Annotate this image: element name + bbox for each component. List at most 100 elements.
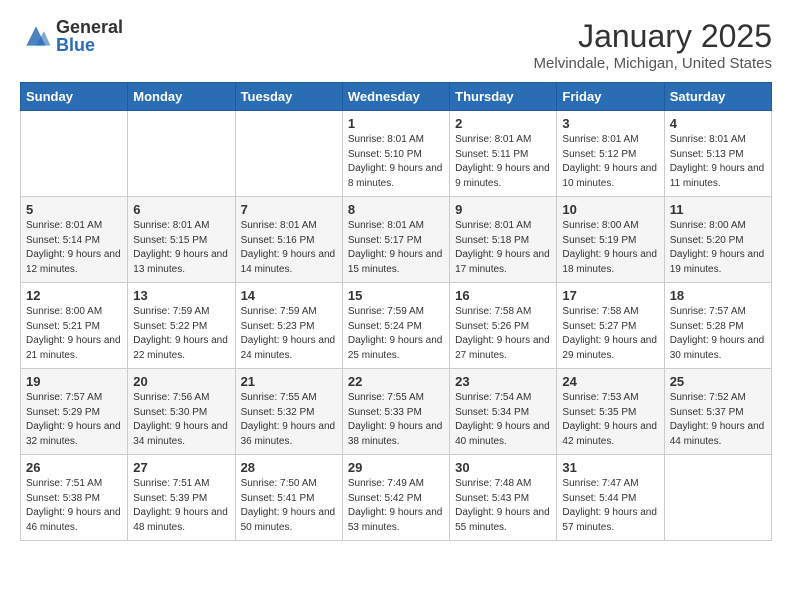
cell-content: Sunrise: 7:55 AM Sunset: 5:33 PM Dayligh… — [348, 391, 444, 449]
calendar-cell: 3Sunrise: 8:01 AM Sunset: 5:12 PM Daylig… — [557, 111, 664, 197]
calendar-cell: 24 Sunrise: 7:53 AM Sunset: 5:35 PM Dayli… — [557, 369, 664, 455]
cell-content: Sunrise: 8:01 AM Sunset: 5:11 PM Dayligh… — [455, 133, 551, 191]
cell-content: Sunrise: 7:56 AM Sunset: 5:30 PM Dayligh… — [133, 391, 229, 449]
calendar-cell: 25 Sunrise: 7:52 AM Sunset: 5:37 PM Dayli… — [664, 369, 771, 455]
logo-general: General — [56, 18, 123, 36]
day-number: 11 — [670, 202, 766, 217]
calendar-cell: 4 Sunrise: 8:01 AM Sunset: 5:13 PM Daylig… — [664, 111, 771, 197]
calendar-week-row: 12 Sunrise: 8:00 AM Sunset: 5:21 PM Dayli… — [21, 283, 772, 369]
day-number: 25 — [670, 374, 766, 389]
day-number: 30 — [455, 460, 551, 475]
day-number: 4 — [670, 116, 766, 131]
month-title: January 2025 — [534, 18, 772, 55]
calendar-cell: 20 Sunrise: 7:56 AM Sunset: 5:30 PM Dayli… — [128, 369, 235, 455]
calendar-cell: 18 Sunrise: 7:57 AM Sunset: 5:28 PM Dayli… — [664, 283, 771, 369]
day-number: 12 — [26, 288, 122, 303]
calendar-cell: 17 Sunrise: 7:58 AM Sunset: 5:27 PM Dayli… — [557, 283, 664, 369]
calendar-week-row: 5Sunrise: 8:01 AM Sunset: 5:14 PM Daylig… — [21, 197, 772, 283]
calendar-cell: 7 Sunrise: 8:01 AM Sunset: 5:16 PM Daylig… — [235, 197, 342, 283]
cell-content: Sunrise: 7:59 AM Sunset: 5:23 PM Dayligh… — [241, 305, 337, 363]
day-number: 29 — [348, 460, 444, 475]
calendar-cell: 30Sunrise: 7:48 AM Sunset: 5:43 PM Dayli… — [450, 455, 557, 541]
calendar-table: SundayMondayTuesdayWednesdayThursdayFrid… — [20, 82, 772, 541]
day-number: 19 — [26, 374, 122, 389]
calendar-cell: 6Sunrise: 8:01 AM Sunset: 5:15 PM Daylig… — [128, 197, 235, 283]
cell-content: Sunrise: 7:58 AM Sunset: 5:26 PM Dayligh… — [455, 305, 551, 363]
cell-content: Sunrise: 7:55 AM Sunset: 5:32 PM Dayligh… — [241, 391, 337, 449]
weekday-header: Tuesday — [235, 83, 342, 111]
calendar-cell: 11Sunrise: 8:00 AM Sunset: 5:20 PM Dayli… — [664, 197, 771, 283]
cell-content: Sunrise: 8:00 AM Sunset: 5:21 PM Dayligh… — [26, 305, 122, 363]
weekday-header: Wednesday — [342, 83, 449, 111]
cell-content: Sunrise: 7:59 AM Sunset: 5:24 PM Dayligh… — [348, 305, 444, 363]
calendar-cell: 9 Sunrise: 8:01 AM Sunset: 5:18 PM Daylig… — [450, 197, 557, 283]
day-number: 15 — [348, 288, 444, 303]
day-number: 17 — [562, 288, 658, 303]
logo-text: General Blue — [56, 18, 123, 54]
logo-blue: Blue — [56, 36, 123, 54]
calendar-week-row: 19Sunrise: 7:57 AM Sunset: 5:29 PM Dayli… — [21, 369, 772, 455]
day-number: 28 — [241, 460, 337, 475]
day-number: 20 — [133, 374, 229, 389]
day-number: 18 — [670, 288, 766, 303]
day-number: 9 — [455, 202, 551, 217]
calendar-cell: 31 Sunrise: 7:47 AM Sunset: 5:44 PM Dayli… — [557, 455, 664, 541]
cell-content: Sunrise: 8:01 AM Sunset: 5:13 PM Dayligh… — [670, 133, 766, 191]
calendar-cell — [235, 111, 342, 197]
calendar-cell: 5Sunrise: 8:01 AM Sunset: 5:14 PM Daylig… — [21, 197, 128, 283]
day-number: 26 — [26, 460, 122, 475]
cell-content: Sunrise: 7:57 AM Sunset: 5:28 PM Dayligh… — [670, 305, 766, 363]
day-number: 27 — [133, 460, 229, 475]
calendar-cell: 10 Sunrise: 8:00 AM Sunset: 5:19 PM Dayli… — [557, 197, 664, 283]
calendar-cell: 15 Sunrise: 7:59 AM Sunset: 5:24 PM Dayli… — [342, 283, 449, 369]
calendar-cell: 21Sunrise: 7:55 AM Sunset: 5:32 PM Dayli… — [235, 369, 342, 455]
cell-content: Sunrise: 7:59 AM Sunset: 5:22 PM Dayligh… — [133, 305, 229, 363]
page: General Blue January 2025 Melvindale, Mi… — [0, 0, 792, 559]
calendar-cell: 12 Sunrise: 8:00 AM Sunset: 5:21 PM Dayli… — [21, 283, 128, 369]
calendar-cell: 1 Sunrise: 8:01 AM Sunset: 5:10 PM Daylig… — [342, 111, 449, 197]
weekday-header: Thursday — [450, 83, 557, 111]
day-number: 10 — [562, 202, 658, 217]
day-number: 23 — [455, 374, 551, 389]
cell-content: Sunrise: 7:53 AM Sunset: 5:35 PM Dayligh… — [562, 391, 658, 449]
calendar-cell — [128, 111, 235, 197]
cell-content: Sunrise: 7:49 AM Sunset: 5:42 PM Dayligh… — [348, 477, 444, 535]
cell-content: Sunrise: 7:50 AM Sunset: 5:41 PM Dayligh… — [241, 477, 337, 535]
cell-content: Sunrise: 8:01 AM Sunset: 5:10 PM Dayligh… — [348, 133, 444, 191]
calendar-cell: 16 Sunrise: 7:58 AM Sunset: 5:26 PM Dayli… — [450, 283, 557, 369]
cell-content: Sunrise: 7:51 AM Sunset: 5:38 PM Dayligh… — [26, 477, 122, 535]
title-block: January 2025 Melvindale, Michigan, Unite… — [534, 18, 772, 72]
weekday-header: Saturday — [664, 83, 771, 111]
calendar-cell: 23Sunrise: 7:54 AM Sunset: 5:34 PM Dayli… — [450, 369, 557, 455]
day-number: 7 — [241, 202, 337, 217]
day-number: 14 — [241, 288, 337, 303]
calendar-cell: 13 Sunrise: 7:59 AM Sunset: 5:22 PM Dayli… — [128, 283, 235, 369]
logo: General Blue — [20, 18, 123, 54]
day-number: 24 — [562, 374, 658, 389]
day-number: 31 — [562, 460, 658, 475]
day-number: 8 — [348, 202, 444, 217]
cell-content: Sunrise: 8:01 AM Sunset: 5:12 PM Dayligh… — [562, 133, 658, 191]
cell-content: Sunrise: 7:58 AM Sunset: 5:27 PM Dayligh… — [562, 305, 658, 363]
day-number: 6 — [133, 202, 229, 217]
calendar-week-row: 1 Sunrise: 8:01 AM Sunset: 5:10 PM Daylig… — [21, 111, 772, 197]
cell-content: Sunrise: 7:52 AM Sunset: 5:37 PM Dayligh… — [670, 391, 766, 449]
cell-content: Sunrise: 7:47 AM Sunset: 5:44 PM Dayligh… — [562, 477, 658, 535]
day-number: 13 — [133, 288, 229, 303]
day-number: 16 — [455, 288, 551, 303]
calendar-cell: 19Sunrise: 7:57 AM Sunset: 5:29 PM Dayli… — [21, 369, 128, 455]
cell-content: Sunrise: 8:01 AM Sunset: 5:17 PM Dayligh… — [348, 219, 444, 277]
day-number: 2 — [455, 116, 551, 131]
calendar-cell — [21, 111, 128, 197]
calendar-cell: 2 Sunrise: 8:01 AM Sunset: 5:11 PM Daylig… — [450, 111, 557, 197]
cell-content: Sunrise: 8:00 AM Sunset: 5:19 PM Dayligh… — [562, 219, 658, 277]
cell-content: Sunrise: 8:01 AM Sunset: 5:18 PM Dayligh… — [455, 219, 551, 277]
calendar-cell: 26 Sunrise: 7:51 AM Sunset: 5:38 PM Dayli… — [21, 455, 128, 541]
calendar-cell: 29 Sunrise: 7:49 AM Sunset: 5:42 PM Dayli… — [342, 455, 449, 541]
weekday-header: Friday — [557, 83, 664, 111]
cell-content: Sunrise: 8:01 AM Sunset: 5:16 PM Dayligh… — [241, 219, 337, 277]
location-title: Melvindale, Michigan, United States — [534, 55, 772, 72]
calendar-cell: 22Sunrise: 7:55 AM Sunset: 5:33 PM Dayli… — [342, 369, 449, 455]
day-number: 1 — [348, 116, 444, 131]
weekday-header: Monday — [128, 83, 235, 111]
